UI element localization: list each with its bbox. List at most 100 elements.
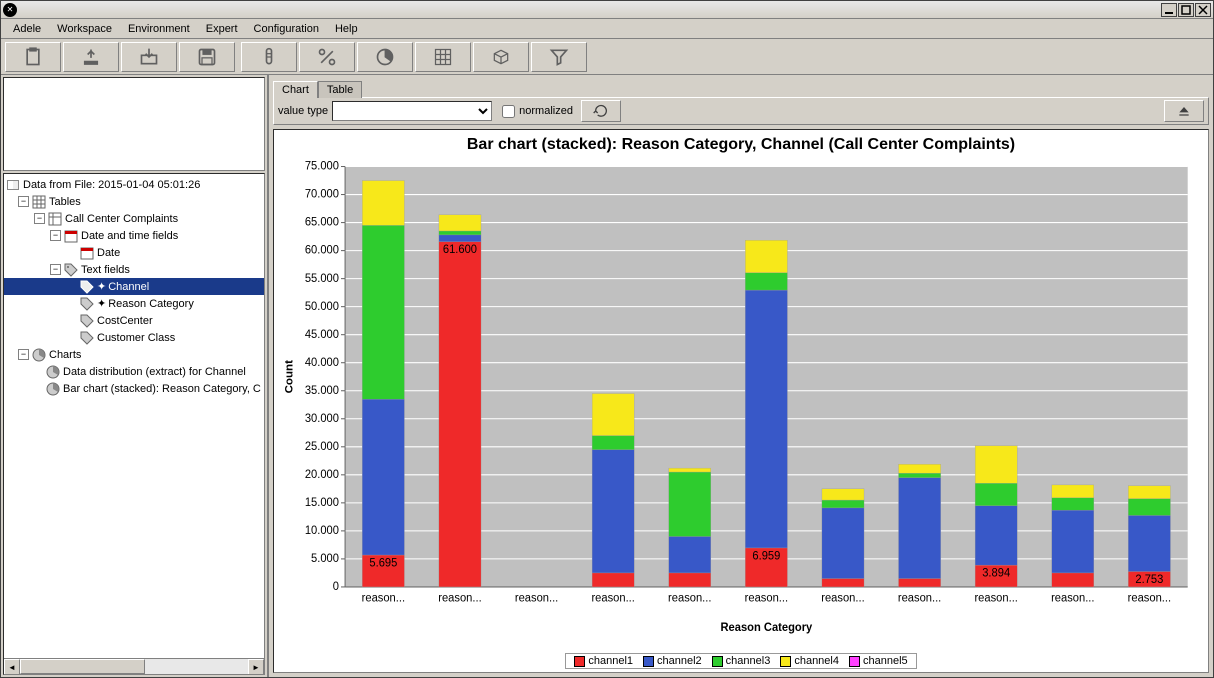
- save-button[interactable]: [121, 42, 177, 72]
- svg-text:75.000: 75.000: [305, 161, 339, 173]
- tree-chart2[interactable]: Bar chart (stacked): Reason Category, C: [4, 380, 264, 397]
- pie-button[interactable]: [357, 42, 413, 72]
- toolbar: [1, 39, 1213, 75]
- tree-channel-field[interactable]: ✦Channel: [4, 278, 264, 295]
- svg-text:20.000: 20.000: [305, 469, 339, 481]
- svg-text:30.000: 30.000: [305, 413, 339, 425]
- app-icon: [3, 3, 17, 17]
- star-icon: ✦: [97, 297, 106, 310]
- svg-text:65.000: 65.000: [305, 217, 339, 229]
- tree-reason-field[interactable]: ✦Reason Category: [4, 295, 264, 312]
- legend: channel1channel2channel3channel4channel5: [274, 650, 1208, 672]
- grid-button[interactable]: [415, 42, 471, 72]
- svg-text:0: 0: [333, 581, 339, 593]
- tree-datetime-group[interactable]: −Date and time fields: [4, 227, 264, 244]
- pie-icon: [32, 348, 46, 362]
- paste-button[interactable]: [5, 42, 61, 72]
- grid-icon: [32, 195, 46, 209]
- main: Chart Table value type normalized Bar ch…: [269, 75, 1213, 677]
- collapse-icon[interactable]: −: [18, 349, 29, 360]
- pie-icon: [46, 365, 60, 379]
- legend-item: channel3: [712, 655, 771, 667]
- svg-text:25.000: 25.000: [305, 441, 339, 453]
- tree-root-label: Data from File: 2015-01-04 05:01:26: [23, 179, 200, 191]
- tree[interactable]: Data from File: 2015-01-04 05:01:26 −Tab…: [4, 174, 264, 399]
- svg-text:6.959: 6.959: [752, 550, 780, 562]
- tube-button[interactable]: [241, 42, 297, 72]
- eject-button[interactable]: [1164, 100, 1204, 122]
- legend-swatch: [780, 656, 791, 667]
- menu-environment[interactable]: Environment: [120, 21, 198, 37]
- scroll-left-button[interactable]: ◄: [4, 659, 20, 675]
- percent-button[interactable]: [299, 42, 355, 72]
- tree-dataset-label: Call Center Complaints: [65, 213, 178, 225]
- tree-h-scrollbar[interactable]: ◄ ►: [4, 658, 264, 674]
- grid-icon: [48, 212, 62, 226]
- svg-text:reason...: reason...: [362, 592, 405, 604]
- filter-button[interactable]: [531, 42, 587, 72]
- svg-text:70.000: 70.000: [305, 189, 339, 201]
- book-icon: [6, 178, 20, 192]
- tabstrip: Chart Table: [269, 75, 1213, 97]
- svg-text:45.000: 45.000: [305, 329, 339, 341]
- maximize-button[interactable]: [1178, 3, 1194, 17]
- legend-label: channel3: [726, 655, 771, 667]
- tree-tables[interactable]: −Tables: [4, 193, 264, 210]
- value-type-label: value type: [278, 105, 328, 117]
- svg-text:2.753: 2.753: [1135, 574, 1163, 586]
- menu-adele[interactable]: Adele: [5, 21, 49, 37]
- star-icon: ✦: [97, 280, 106, 293]
- tree-dataset[interactable]: − Call Center Complaints: [4, 210, 264, 227]
- refresh-button[interactable]: [581, 100, 621, 122]
- legend-item: channel1: [574, 655, 633, 667]
- collapse-icon[interactable]: −: [18, 196, 29, 207]
- chart-title: Bar chart (stacked): Reason Category, Ch…: [274, 130, 1208, 156]
- tab-table[interactable]: Table: [318, 81, 362, 98]
- legend-label: channel1: [588, 655, 633, 667]
- scroll-thumb[interactable]: [20, 659, 145, 674]
- svg-text:3.894: 3.894: [982, 568, 1010, 580]
- tree-text-group[interactable]: −Text fields: [4, 261, 264, 278]
- menu-help[interactable]: Help: [327, 21, 366, 37]
- tree-date-field[interactable]: Date: [4, 244, 264, 261]
- legend-swatch: [643, 656, 654, 667]
- chart-area: Bar chart (stacked): Reason Category, Ch…: [273, 129, 1209, 673]
- disk-button[interactable]: [179, 42, 235, 72]
- minimize-button[interactable]: [1161, 3, 1177, 17]
- tree-charts[interactable]: −Charts: [4, 346, 264, 363]
- export-button[interactable]: [63, 42, 119, 72]
- svg-text:35.000: 35.000: [305, 385, 339, 397]
- svg-text:Count: Count: [283, 360, 295, 394]
- legend-label: channel5: [863, 655, 908, 667]
- value-type-select[interactable]: [332, 101, 492, 121]
- svg-text:reason...: reason...: [1051, 592, 1094, 604]
- svg-text:55.000: 55.000: [305, 273, 339, 285]
- svg-text:reason...: reason...: [515, 592, 558, 604]
- scroll-right-button[interactable]: ►: [248, 659, 264, 675]
- legend-swatch: [849, 656, 860, 667]
- collapse-icon[interactable]: −: [34, 213, 45, 224]
- legend-item: channel5: [849, 655, 908, 667]
- tab-chart[interactable]: Chart: [273, 81, 318, 98]
- close-button[interactable]: [1195, 3, 1211, 17]
- svg-text:50.000: 50.000: [305, 301, 339, 313]
- svg-text:reason...: reason...: [821, 592, 864, 604]
- menu-expert[interactable]: Expert: [198, 21, 246, 37]
- titlebar: [1, 1, 1213, 19]
- menu-configuration[interactable]: Configuration: [246, 21, 327, 37]
- svg-text:40.000: 40.000: [305, 357, 339, 369]
- tag-icon: [80, 331, 94, 345]
- collapse-icon[interactable]: −: [50, 230, 61, 241]
- tree-costcenter-label: CostCenter: [97, 315, 153, 327]
- tree-root[interactable]: Data from File: 2015-01-04 05:01:26: [4, 176, 264, 193]
- cube-button[interactable]: [473, 42, 529, 72]
- svg-text:10.000: 10.000: [305, 525, 339, 537]
- collapse-icon[interactable]: −: [50, 264, 61, 275]
- menu-workspace[interactable]: Workspace: [49, 21, 120, 37]
- tree-costcenter-field[interactable]: CostCenter: [4, 312, 264, 329]
- svg-text:5.695: 5.695: [369, 557, 397, 569]
- normalized-checkbox[interactable]: [502, 105, 515, 118]
- tree-chart1[interactable]: Data distribution (extract) for Channel: [4, 363, 264, 380]
- tree-custclass-field[interactable]: Customer Class: [4, 329, 264, 346]
- svg-text:reason...: reason...: [438, 592, 481, 604]
